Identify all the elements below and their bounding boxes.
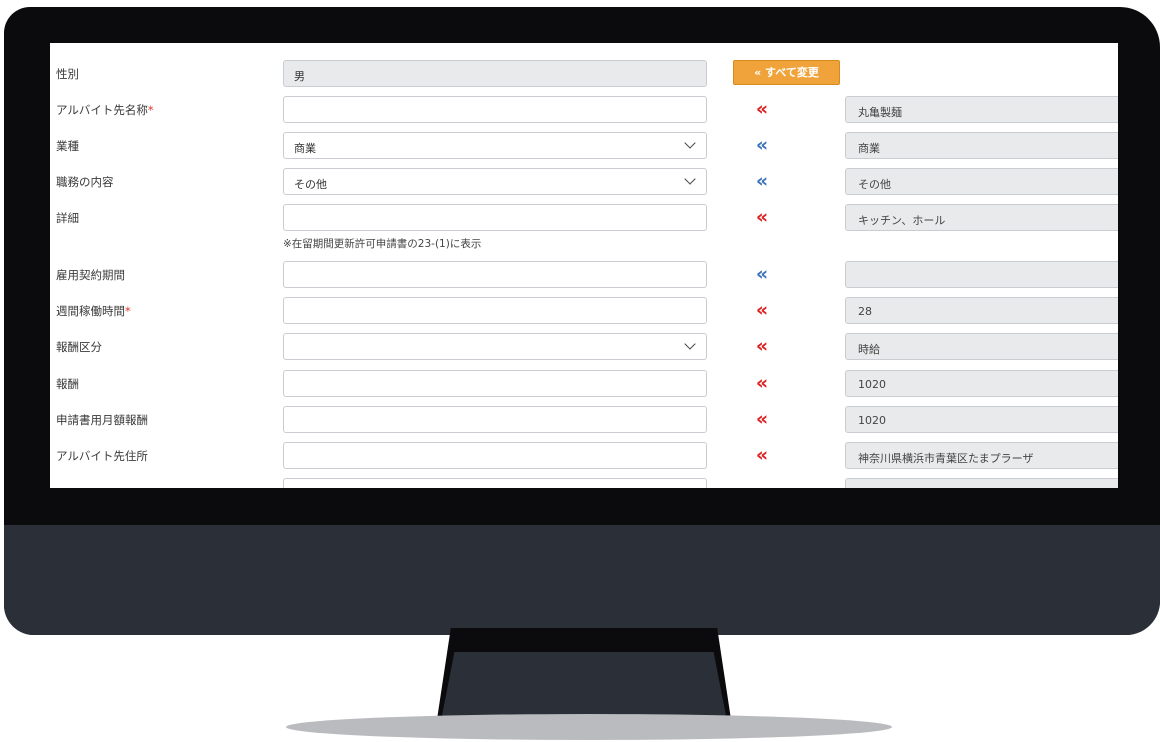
copy-arrow-icon[interactable]: « <box>748 170 776 194</box>
copy-arrow-icon[interactable]: « <box>748 299 776 323</box>
contract-period-input[interactable] <box>283 261 707 288</box>
change-all-button[interactable]: « すべて変更 <box>733 60 840 85</box>
industry-original: 商業 <box>845 132 1118 159</box>
weekly-hours-input[interactable] <box>283 297 707 324</box>
copy-arrow-icon[interactable]: « <box>748 372 776 396</box>
pay-label: 報酬 <box>56 377 79 391</box>
chevron-down-icon <box>684 173 696 185</box>
employer-name-input[interactable] <box>283 96 707 123</box>
job-content-select[interactable]: その他 <box>283 168 707 195</box>
monitor-chin <box>4 525 1160 635</box>
required-mark: * <box>147 103 154 117</box>
details-label: 詳細 <box>56 211 79 225</box>
form-row-industry: 業種 商業 « 商業 <box>50 132 1118 160</box>
employer-address-label: アルバイト先住所 <box>56 449 148 463</box>
chevron-down-icon <box>684 137 696 149</box>
next-input[interactable] <box>283 478 707 488</box>
monthly-pay-input[interactable] <box>283 406 707 433</box>
contract-period-original <box>845 261 1118 288</box>
copy-arrow-icon[interactable]: « <box>748 408 776 432</box>
contract-period-label: 雇用契約期間 <box>56 268 125 282</box>
pay-type-label: 報酬区分 <box>56 340 102 354</box>
copy-arrow-icon[interactable]: « <box>748 263 776 287</box>
monthly-pay-original: 1020 <box>845 406 1118 433</box>
job-content-label: 職務の内容 <box>56 175 114 189</box>
form-row-gender: 性別 男 <box>50 60 1118 88</box>
details-note: ※在留期間更新許可申請書の23-(1)に表示 <box>283 238 482 250</box>
form-row-employer-name: アルバイト先名称* « 丸亀製麺 <box>50 96 1118 124</box>
details-original: キッチン、ホール <box>845 204 1118 231</box>
employer-address-input[interactable] <box>283 442 707 469</box>
copy-arrow-icon[interactable]: « <box>748 134 776 158</box>
employer-name-original: 丸亀製麺 <box>845 96 1118 123</box>
next-original <box>845 478 1118 488</box>
industry-label: 業種 <box>56 139 79 153</box>
copy-arrow-icon[interactable]: « <box>748 206 776 230</box>
gender-field: 男 <box>283 60 707 87</box>
monitor-stand-shadow <box>286 714 892 740</box>
copy-arrow-icon[interactable]: « <box>748 444 776 468</box>
form-row-job-content: 職務の内容 その他 « その他 <box>50 168 1118 196</box>
gender-label: 性別 <box>56 67 79 81</box>
employer-address-original: 神奈川県横浜市青葉区たまプラーザ <box>845 442 1118 469</box>
form-row-details: 詳細 « キッチン、ホール <box>50 204 1118 232</box>
details-input[interactable] <box>283 204 707 231</box>
form-row-contract-period: 雇用契約期間 « <box>50 261 1118 289</box>
required-mark: * <box>125 304 131 318</box>
pay-type-original: 時給 <box>845 333 1118 360</box>
employer-name-label: アルバイト先名称* <box>56 103 154 117</box>
form-row-monthly-pay: 申請書用月額報酬 « 1020 <box>50 406 1118 434</box>
form-row-weekly-hours: 週間稼働時間* « 28 <box>50 297 1118 325</box>
copy-arrow-icon[interactable]: « <box>748 335 776 359</box>
form-row-next <box>50 478 1118 488</box>
pay-input[interactable] <box>283 370 707 397</box>
pay-original: 1020 <box>845 370 1118 397</box>
industry-select[interactable]: 商業 <box>283 132 707 159</box>
copy-arrow-icon[interactable]: « <box>748 98 776 122</box>
pay-type-select[interactable] <box>283 333 707 360</box>
form-row-pay-type: 報酬区分 « 時給 <box>50 333 1118 361</box>
weekly-hours-label: 週間稼働時間* <box>56 304 131 318</box>
screen: 性別 男 « すべて変更 アルバイト先名称* « 丸亀製麺 業種 商業 « 商業… <box>50 43 1118 488</box>
monthly-pay-label: 申請書用月額報酬 <box>56 413 148 427</box>
job-content-original: その他 <box>845 168 1118 195</box>
chevron-down-icon <box>684 338 696 350</box>
form-row-employer-address: アルバイト先住所 « 神奈川県横浜市青葉区たまプラーザ <box>50 442 1118 470</box>
weekly-hours-original: 28 <box>845 297 1118 324</box>
form-row-pay: 報酬 « 1020 <box>50 370 1118 398</box>
